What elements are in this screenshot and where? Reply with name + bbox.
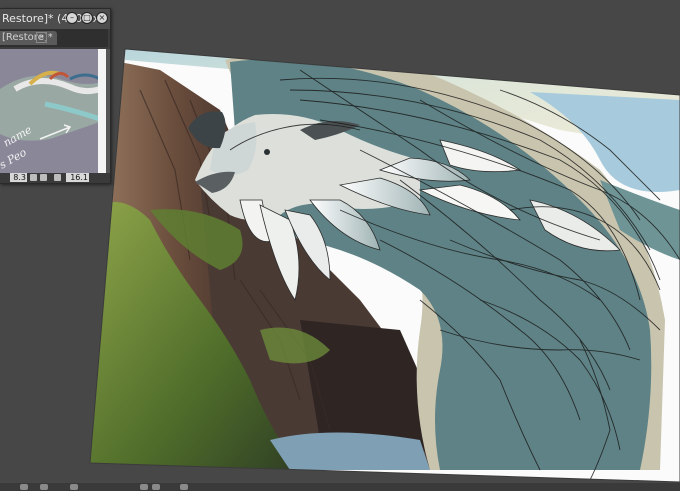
fit-icon[interactable] bbox=[54, 174, 61, 181]
zoom-in-icon[interactable] bbox=[40, 174, 47, 181]
tab-document[interactable]: [Restore]* bbox=[0, 31, 57, 45]
bottom-toolbar bbox=[0, 483, 680, 491]
maximize-icon[interactable]: □ bbox=[81, 12, 93, 24]
toolbar-icon-2[interactable] bbox=[40, 484, 48, 490]
navigator-statusbar: 8.3 16.1 bbox=[0, 173, 110, 183]
creature-eye bbox=[264, 149, 270, 155]
rotation-field[interactable]: 16.1 bbox=[66, 173, 89, 182]
navigator-tabbar: [Restore]* × bbox=[0, 29, 108, 47]
zoom-in-icon-bottom[interactable] bbox=[152, 484, 160, 490]
rotate-icon[interactable] bbox=[180, 484, 188, 490]
zoom-field[interactable]: 8.3 bbox=[10, 173, 27, 182]
tab-close-icon[interactable]: × bbox=[36, 32, 47, 43]
navigator-titlebar[interactable]: Restore]* (4000 x – □ × bbox=[0, 9, 110, 29]
navigator-panel: Restore]* (4000 x – □ × [Restore]* × nam… bbox=[0, 8, 111, 184]
toolbar-icon-1[interactable] bbox=[20, 484, 28, 490]
zoom-out-icon-bottom[interactable] bbox=[140, 484, 148, 490]
minimize-icon[interactable]: – bbox=[66, 12, 78, 24]
navigator-scrollbar[interactable] bbox=[106, 49, 110, 173]
close-icon[interactable]: × bbox=[96, 12, 108, 24]
toolbar-icon-3[interactable] bbox=[70, 484, 78, 490]
zoom-out-icon[interactable] bbox=[30, 174, 37, 181]
river-water bbox=[270, 432, 430, 470]
navigator-thumbnail[interactable]: name s Peo bbox=[0, 49, 108, 173]
